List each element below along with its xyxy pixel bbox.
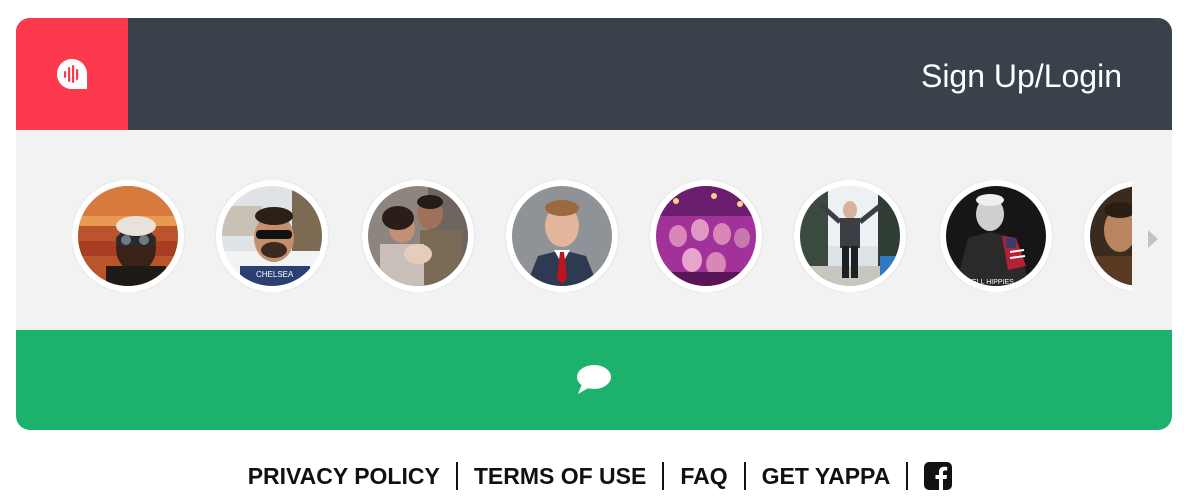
avatar-4-photo <box>512 186 612 286</box>
avatar-8-photo <box>1090 186 1132 286</box>
faq-link[interactable]: FAQ <box>664 462 746 490</box>
yappa-logo[interactable] <box>16 18 128 130</box>
avatar-7[interactable]: OWELL HIPPIES <box>940 180 1052 292</box>
facebook-link[interactable] <box>908 462 953 490</box>
avatar-4[interactable] <box>506 180 618 292</box>
privacy-policy-link[interactable]: PRIVACY POLICY <box>232 462 458 490</box>
avatar-2[interactable]: CHELSEA <box>216 180 328 292</box>
chat-bubble-icon <box>577 365 611 394</box>
avatar-carousel-viewport: CHELSEA OWELL HIPPIES <box>72 180 1132 292</box>
avatar-5[interactable] <box>650 180 762 292</box>
avatar-2-photo: CHELSEA <box>222 186 322 286</box>
avatar-3[interactable] <box>362 180 474 292</box>
avatar-7-photo: OWELL HIPPIES <box>946 186 1046 286</box>
sign-up-login-link[interactable]: Sign Up/Login <box>921 56 1122 96</box>
terms-of-use-link[interactable]: TERMS OF USE <box>458 462 665 490</box>
chevron-right-icon[interactable] <box>1148 230 1158 248</box>
avatar-1-photo <box>78 186 178 286</box>
avatar-2-caption: CHELSEA <box>256 270 294 279</box>
avatar-3-photo <box>368 186 468 286</box>
facebook-icon <box>924 462 953 490</box>
widget-header: Sign Up/Login <box>16 18 1172 130</box>
avatar-carousel: CHELSEA OWELL HIPPIES <box>16 130 1172 330</box>
avatar-1[interactable] <box>72 180 184 292</box>
avatar-5-photo <box>656 186 756 286</box>
footer-nav: PRIVACY POLICY TERMS OF USE FAQ GET YAPP… <box>0 458 1184 494</box>
yappa-widget: Sign Up/Login CHELSEA OWELL HIPPIES <box>16 18 1172 430</box>
get-yappa-link[interactable]: GET YAPPA <box>746 462 909 490</box>
chat-button[interactable] <box>16 330 1172 430</box>
avatar-6-photo <box>800 186 900 286</box>
yappa-audio-bubble-icon <box>57 59 87 89</box>
avatar-7-caption: OWELL HIPPIES <box>960 279 1014 286</box>
avatar-8[interactable] <box>1084 180 1132 292</box>
avatar-6[interactable] <box>794 180 906 292</box>
